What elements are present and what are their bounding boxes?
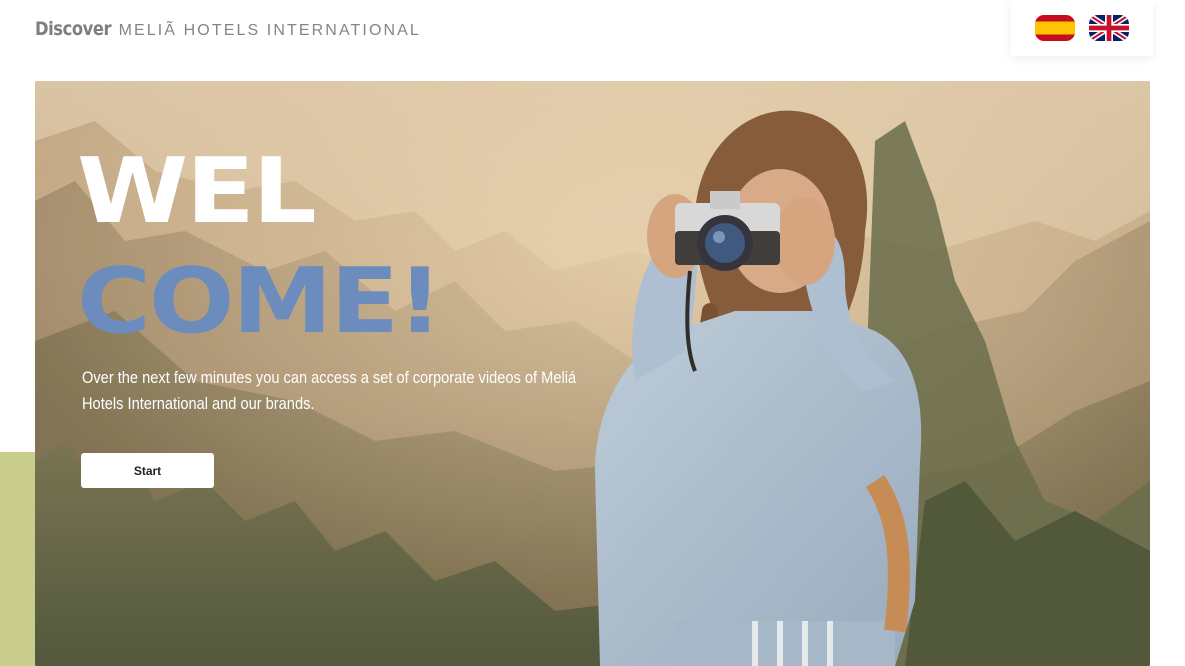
hero-title-line1: WEL bbox=[77, 139, 317, 244]
language-selector bbox=[1011, 0, 1153, 56]
hero-title-line2: COME! bbox=[77, 249, 443, 354]
brand-logo: Discover MELIÃ HOTELS INTERNATIONAL bbox=[35, 18, 421, 46]
side-accent-block bbox=[0, 452, 35, 666]
hero-description: Over the next few minutes you can access… bbox=[82, 368, 577, 413]
brand-company-text: MELIÃ HOTELS INTERNATIONAL bbox=[118, 22, 421, 39]
brand-discover-text: Discover bbox=[35, 18, 112, 40]
uk-flag-icon[interactable] bbox=[1089, 15, 1129, 41]
hero-banner: WEL COME! Over the next few minutes you … bbox=[35, 81, 1150, 666]
start-button[interactable]: Start bbox=[81, 453, 214, 488]
welcome-page: Discover MELIÃ HOTELS INTERNATIONAL WEL … bbox=[0, 0, 1185, 666]
spain-flag-icon[interactable] bbox=[1035, 15, 1075, 41]
